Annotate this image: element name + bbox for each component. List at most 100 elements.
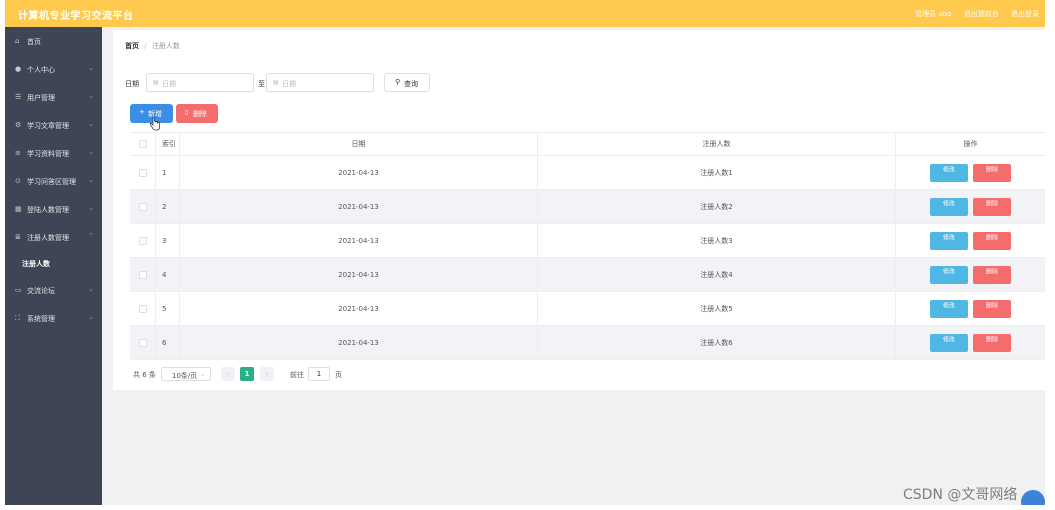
sidebar-item-register-count-management[interactable]: ≣ 注册人数管理 ⌃ bbox=[5, 223, 102, 251]
sidebar-item-user-management[interactable]: ☰ 用户管理 ⌄ bbox=[5, 83, 102, 111]
floating-badge[interactable] bbox=[1021, 490, 1045, 505]
header-checkbox-cell bbox=[130, 133, 156, 155]
header-ops-cell: 操作 bbox=[896, 133, 1045, 155]
sidebar-item-article-management[interactable]: ⚙ 学习文章管理 ⌄ bbox=[5, 111, 102, 139]
row-checkbox[interactable] bbox=[139, 270, 147, 279]
row-register-count: 注册人数3 bbox=[700, 236, 733, 245]
stack-icon: ≣ bbox=[15, 233, 21, 241]
row-date: 2021-04-13 bbox=[338, 168, 379, 177]
sidebar-item-system-management[interactable]: ⛶ 系统管理 ⌄ bbox=[5, 304, 102, 332]
next-page-button[interactable]: › bbox=[260, 367, 274, 381]
batch-delete-button[interactable]: ▯ 删除 bbox=[176, 104, 218, 123]
row-index-cell: 3 bbox=[156, 224, 180, 257]
sidebar-item-forum[interactable]: ▭ 交流论坛 ⌄ bbox=[5, 276, 102, 304]
data-table: 索引 日期 注册人数 操作 1 2021-04-13 注册人数1 修改 删除 2… bbox=[130, 132, 1045, 360]
edit-button[interactable]: 修改 bbox=[930, 198, 968, 216]
sidebar-item-qa-management[interactable]: ⊙ 学习问答区管理 ⌄ bbox=[5, 167, 102, 195]
home-icon: ⌂ bbox=[15, 37, 20, 45]
delete-button[interactable]: 删除 bbox=[973, 300, 1011, 318]
list-icon: ☰ bbox=[15, 93, 22, 101]
query-button-label: 查询 bbox=[404, 80, 418, 88]
header-name-cell: 注册人数 bbox=[538, 133, 896, 155]
row-checkbox[interactable] bbox=[139, 168, 147, 177]
prev-page-button[interactable]: ‹ bbox=[221, 367, 235, 381]
edit-button[interactable]: 修改 bbox=[930, 232, 968, 250]
sidebar-item-label: 系统管理 bbox=[27, 315, 55, 323]
row-date-cell: 2021-04-13 bbox=[180, 292, 538, 325]
page-size-select[interactable]: 10条/页 ⌄ bbox=[161, 367, 211, 381]
row-name-cell: 注册人数4 bbox=[538, 258, 896, 291]
gear-icon: ⚙ bbox=[15, 121, 22, 129]
row-checkbox[interactable] bbox=[139, 236, 147, 245]
page-number-button[interactable]: 1 bbox=[240, 367, 254, 381]
row-checkbox[interactable] bbox=[139, 202, 147, 211]
row-index: 3 bbox=[162, 236, 167, 245]
system-icon: ⛶ bbox=[15, 314, 20, 322]
edit-button[interactable]: 修改 bbox=[930, 300, 968, 318]
edit-button-label: 修改 bbox=[942, 268, 955, 276]
sidebar-item-material-management[interactable]: ≡ 学习资料管理 ⌄ bbox=[5, 139, 102, 167]
table-row: 3 2021-04-13 注册人数3 修改 删除 bbox=[130, 224, 1045, 258]
delete-button[interactable]: 删除 bbox=[973, 266, 1011, 284]
breadcrumb-separator: / bbox=[144, 42, 147, 50]
edit-button[interactable]: 修改 bbox=[930, 164, 968, 182]
hand-cursor-icon bbox=[149, 117, 160, 131]
sidebar-item-personal-center[interactable]: ● 个人中心 ⌄ bbox=[5, 55, 102, 83]
edit-button[interactable]: 修改 bbox=[930, 266, 968, 284]
table-header-row: 索引 日期 注册人数 操作 bbox=[130, 132, 1045, 156]
table-row: 4 2021-04-13 注册人数4 修改 删除 bbox=[130, 258, 1045, 292]
chevron-down-icon: ⌄ bbox=[88, 92, 94, 100]
sidebar-item-label: 学习资料管理 bbox=[27, 150, 69, 158]
user-icon: ● bbox=[15, 65, 22, 73]
edit-button-label: 修改 bbox=[942, 200, 955, 208]
table-row: 2 2021-04-13 注册人数2 修改 删除 bbox=[130, 190, 1045, 224]
row-index-cell: 2 bbox=[156, 190, 180, 223]
header-date-cell: 日期 bbox=[180, 133, 538, 155]
sidebar-item-label: 个人中心 bbox=[27, 66, 55, 74]
edit-button-label: 修改 bbox=[942, 302, 955, 310]
row-checkbox[interactable] bbox=[139, 338, 147, 347]
delete-button[interactable]: 删除 bbox=[973, 232, 1011, 250]
delete-button[interactable]: 删除 bbox=[973, 164, 1011, 182]
row-checkbox[interactable] bbox=[139, 304, 147, 313]
goto-page-input[interactable]: 1 bbox=[308, 367, 330, 381]
app-title: 计算机专业学习交流平台 bbox=[18, 11, 134, 22]
row-checkbox-cell bbox=[130, 156, 156, 189]
row-index: 4 bbox=[162, 270, 167, 279]
logout-link[interactable]: 退出登录 bbox=[1011, 10, 1039, 18]
sidebar-item-login-count-management[interactable]: ▦ 登陆人数管理 ⌄ bbox=[5, 195, 102, 223]
delete-button[interactable]: 删除 bbox=[973, 334, 1011, 352]
row-ops-cell: 修改 删除 bbox=[896, 258, 1045, 291]
row-index: 6 bbox=[162, 338, 167, 347]
delete-button-label: 删除 bbox=[985, 200, 998, 208]
sidebar-subitem-label: 注册人数 bbox=[22, 260, 50, 268]
doc-icon: ≡ bbox=[15, 149, 21, 157]
start-date-input[interactable]: ▤ 日期 bbox=[146, 73, 254, 92]
sidebar-item-label: 学习问答区管理 bbox=[27, 178, 76, 186]
select-all-checkbox[interactable] bbox=[139, 140, 147, 148]
delete-button-label: 删除 bbox=[985, 336, 998, 344]
delete-button[interactable]: 删除 bbox=[973, 198, 1011, 216]
search-bar: 日期 ▤ 日期 至 ▤ 日期 ⚲ 查询 bbox=[125, 73, 525, 93]
row-checkbox-cell bbox=[130, 292, 156, 325]
app-window: 计算机专业学习交流平台 管理员 abo 退出到前台 退出登录 ⌂ 首页 ● 个人… bbox=[5, 0, 1045, 505]
row-date: 2021-04-13 bbox=[338, 304, 379, 313]
breadcrumb-home[interactable]: 首页 bbox=[125, 42, 139, 50]
row-name-cell: 注册人数3 bbox=[538, 224, 896, 257]
search-icon: ⚲ bbox=[395, 78, 401, 86]
question-icon: ⊙ bbox=[15, 177, 21, 185]
sidebar-subitem-register-count[interactable]: 注册人数 bbox=[5, 251, 102, 276]
row-date-cell: 2021-04-13 bbox=[180, 156, 538, 189]
column-header-register-count: 注册人数 bbox=[702, 140, 731, 148]
admin-user-label: 管理员 abo bbox=[915, 10, 952, 18]
query-button[interactable]: ⚲ 查询 bbox=[384, 73, 430, 92]
breadcrumb: 首页 / 注册人数 bbox=[125, 41, 180, 51]
back-to-front-link[interactable]: 退出到前台 bbox=[964, 10, 999, 18]
row-name-cell: 注册人数1 bbox=[538, 156, 896, 189]
end-date-input[interactable]: ▤ 日期 bbox=[266, 73, 374, 92]
row-ops-cell: 修改 删除 bbox=[896, 190, 1045, 223]
sidebar-item-home[interactable]: ⌂ 首页 bbox=[5, 27, 102, 55]
sidebar: ⌂ 首页 ● 个人中心 ⌄ ☰ 用户管理 ⌄ ⚙ 学习文章管理 ⌄ ≡ 学习资料… bbox=[5, 27, 102, 505]
edit-button[interactable]: 修改 bbox=[930, 334, 968, 352]
sidebar-item-label: 登陆人数管理 bbox=[27, 206, 69, 214]
